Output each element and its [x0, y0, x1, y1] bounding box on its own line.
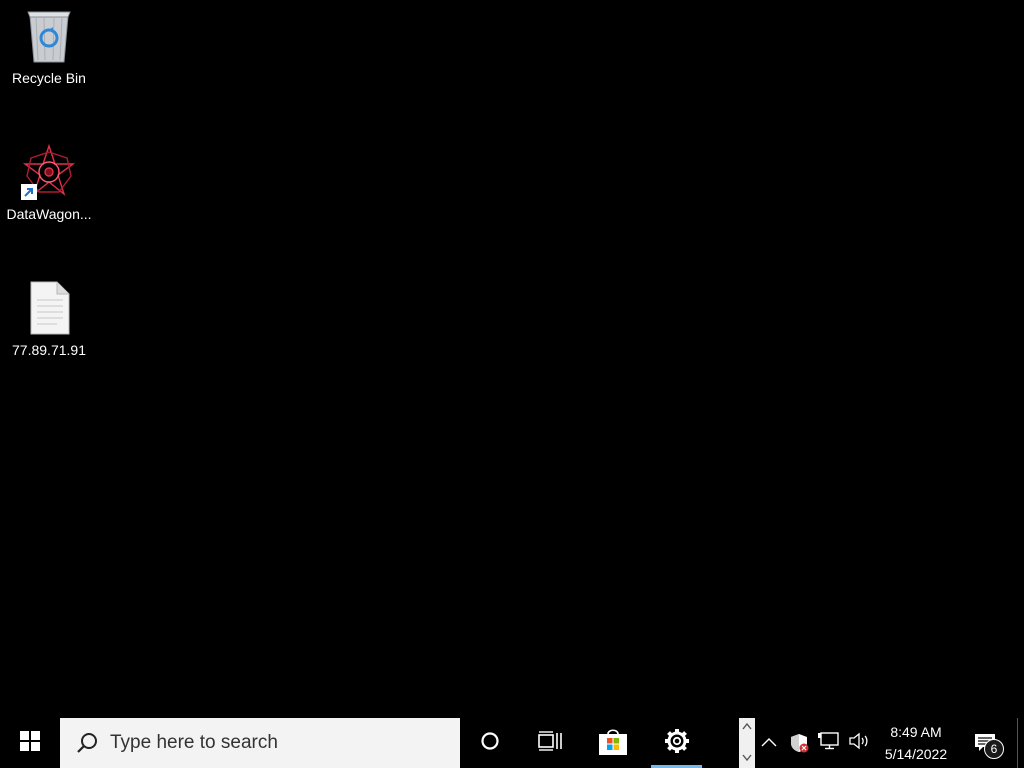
- search-box[interactable]: Type here to search: [60, 718, 460, 768]
- clock[interactable]: 8:49 AM 5/14/2022: [876, 720, 956, 766]
- taskbar-scroll-strip[interactable]: [739, 718, 755, 768]
- desktop-icon-datawagon[interactable]: DataWagon...: [0, 144, 98, 222]
- start-button[interactable]: [0, 718, 60, 768]
- network-tray-button[interactable]: [816, 718, 842, 768]
- datawagon-app-icon: [21, 144, 77, 200]
- clock-date: 5/14/2022: [884, 746, 948, 762]
- show-hidden-icons-button[interactable]: [757, 718, 781, 768]
- scroll-up-icon[interactable]: [741, 718, 753, 736]
- recycle-bin-icon: [21, 8, 77, 64]
- security-shield-icon: [789, 733, 809, 753]
- desktop-icon-label: 77.89.71.91: [12, 342, 86, 358]
- search-placeholder: Type here to search: [110, 732, 278, 753]
- desktop-icon-label: Recycle Bin: [12, 70, 86, 86]
- text-file-icon: [21, 280, 77, 336]
- clock-time: 8:49 AM: [890, 724, 942, 740]
- desktop: Recycle Bin DataWagon... 77.89.71.91: [0, 0, 1024, 718]
- cortana-button[interactable]: [465, 718, 515, 768]
- volume-icon: [848, 732, 870, 755]
- windows-logo-icon: [20, 730, 40, 756]
- task-view-button[interactable]: [525, 718, 575, 768]
- settings-button[interactable]: [651, 718, 702, 768]
- desktop-icon-label: DataWagon...: [6, 206, 92, 222]
- task-view-icon: [538, 730, 562, 756]
- store-icon: [598, 726, 628, 761]
- show-desktop-button[interactable]: [1017, 718, 1024, 768]
- shortcut-arrow-icon: [21, 184, 37, 200]
- network-icon: [818, 731, 840, 755]
- taskbar: Type here to search 8:49 AM 5/14/2022 6: [0, 718, 1024, 768]
- search-icon: [75, 731, 99, 755]
- action-center-button[interactable]: 6: [962, 718, 1008, 768]
- desktop-icon-text-file[interactable]: 77.89.71.91: [0, 280, 98, 358]
- volume-tray-button[interactable]: [845, 718, 873, 768]
- cortana-circle-icon: [480, 731, 500, 756]
- microsoft-store-button[interactable]: [588, 718, 638, 768]
- notification-icon: 6: [974, 733, 1004, 759]
- chevron-up-icon: [761, 734, 777, 752]
- scroll-down-icon[interactable]: [741, 750, 753, 768]
- desktop-icon-recycle-bin[interactable]: Recycle Bin: [0, 8, 98, 86]
- gear-icon: [664, 728, 690, 759]
- notification-count-badge: 6: [984, 739, 1004, 759]
- security-tray-button[interactable]: [786, 718, 812, 768]
